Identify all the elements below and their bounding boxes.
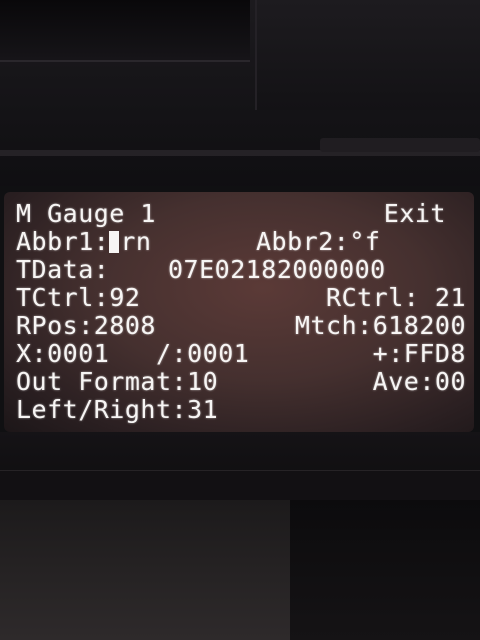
scale-row: X:0001 /:0001 +:FFD8 (16, 340, 466, 368)
offset-label: +: (372, 339, 404, 368)
background-surface (0, 500, 290, 640)
divisor-value: 0001 (187, 339, 250, 368)
left-right-field[interactable]: Left/Right:31 (16, 396, 218, 424)
pos-row: RPos:2808 Mtch:618200 (16, 312, 466, 340)
abbr2-label: Abbr2: (256, 227, 350, 256)
rctrl-label: RCtrl: (326, 283, 420, 312)
ave-value: 00 (434, 367, 466, 396)
x-value: 0001 (47, 339, 110, 368)
lcd-screen: M Gauge 1 Exit Abbr1: rn Abbr2:°f TData: … (4, 192, 474, 432)
mtch-field[interactable]: Mtch:618200 (295, 312, 466, 340)
x-field[interactable]: X:0001 (16, 340, 109, 368)
device-panel (255, 0, 480, 110)
out-format-label: Out Format: (16, 367, 188, 396)
out-format-value: 10 (187, 367, 219, 396)
background-shadow (290, 500, 480, 640)
tdata-value[interactable]: 07E02182000000 (168, 256, 386, 284)
abbr2-value: °f (349, 227, 381, 256)
abbr1-value: rn (120, 227, 152, 256)
device-ledge (0, 470, 480, 501)
lcd-text-area: M Gauge 1 Exit Abbr1: rn Abbr2:°f TData: … (16, 200, 466, 424)
abbr-row: Abbr1: rn Abbr2:°f (16, 228, 466, 256)
left-right-row: Left/Right:31 (16, 396, 466, 424)
offset-value: FFD8 (403, 339, 466, 368)
photo-scene: M Gauge 1 Exit Abbr1: rn Abbr2:°f TData: … (0, 0, 480, 640)
tdata-row: TData: 07E02182000000 (16, 256, 466, 284)
left-right-label: Left/Right: (16, 395, 188, 424)
ctrl-row: TCtrl:92 RCtrl: 21 (16, 284, 466, 312)
abbr1-label: Abbr1: (16, 227, 110, 256)
rpos-field[interactable]: RPos:2808 (16, 312, 156, 340)
device-ridge-right (320, 138, 480, 152)
rctrl-field[interactable]: RCtrl: 21 (326, 284, 466, 312)
abbr1-field[interactable]: Abbr1: rn (16, 228, 151, 256)
x-label: X: (16, 339, 48, 368)
format-row: Out Format:10 Ave:00 (16, 368, 466, 396)
offset-field[interactable]: +:FFD8 (373, 340, 466, 368)
mtch-label: Mtch: (294, 311, 373, 340)
mtch-value: 618200 (372, 311, 466, 340)
divisor-label: /: (156, 339, 188, 368)
divisor-field[interactable]: /:0001 (156, 340, 249, 368)
rpos-value: 2808 (93, 311, 156, 340)
edit-cursor (109, 231, 120, 253)
ave-field[interactable]: Ave:00 (373, 368, 466, 396)
exit-button[interactable]: Exit (384, 200, 446, 228)
rpos-label: RPos: (16, 311, 94, 340)
tctrl-value: 92 (109, 283, 141, 312)
rctrl-value: 21 (434, 283, 466, 312)
abbr2-field[interactable]: Abbr2:°f (256, 228, 380, 256)
title-row: M Gauge 1 Exit (16, 200, 466, 228)
left-right-value: 31 (187, 395, 219, 424)
ave-label: Ave: (372, 367, 435, 396)
screen-title: M Gauge 1 (16, 199, 156, 228)
tctrl-label: TCtrl: (16, 283, 110, 312)
device-slot (0, 0, 250, 62)
tctrl-field[interactable]: TCtrl:92 (16, 284, 140, 312)
tdata-label: TData: (16, 255, 110, 284)
out-format-field[interactable]: Out Format:10 (16, 368, 218, 396)
